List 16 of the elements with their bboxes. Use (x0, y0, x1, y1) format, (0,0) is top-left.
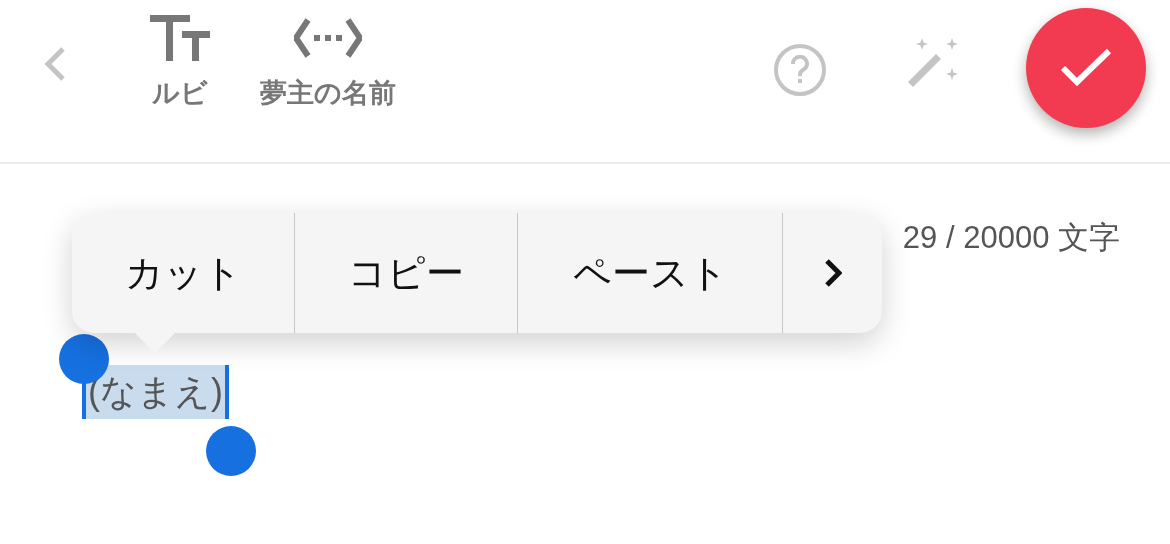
help-button[interactable] (774, 44, 826, 96)
code-brackets-icon (294, 18, 362, 58)
question-mark-icon (790, 55, 810, 85)
toolbar-button[interactable]: ルビ (140, 14, 220, 107)
text-size-icon (150, 15, 210, 61)
selection-handle[interactable] (206, 426, 256, 476)
magic-wand-button[interactable] (906, 36, 960, 88)
checkmark-icon (1060, 48, 1112, 88)
toolbar-button[interactable]: 夢主の名前 (260, 14, 396, 107)
magic-wand-icon (906, 36, 960, 88)
menu-item[interactable]: ペースト (518, 213, 783, 333)
menu-item[interactable]: コピー (295, 213, 518, 333)
chevron-right-icon (823, 258, 842, 288)
confirm-button[interactable] (1026, 8, 1146, 128)
character-count: 29 / 20000 文字 (902, 222, 1120, 253)
chevron-left-icon (43, 46, 67, 82)
